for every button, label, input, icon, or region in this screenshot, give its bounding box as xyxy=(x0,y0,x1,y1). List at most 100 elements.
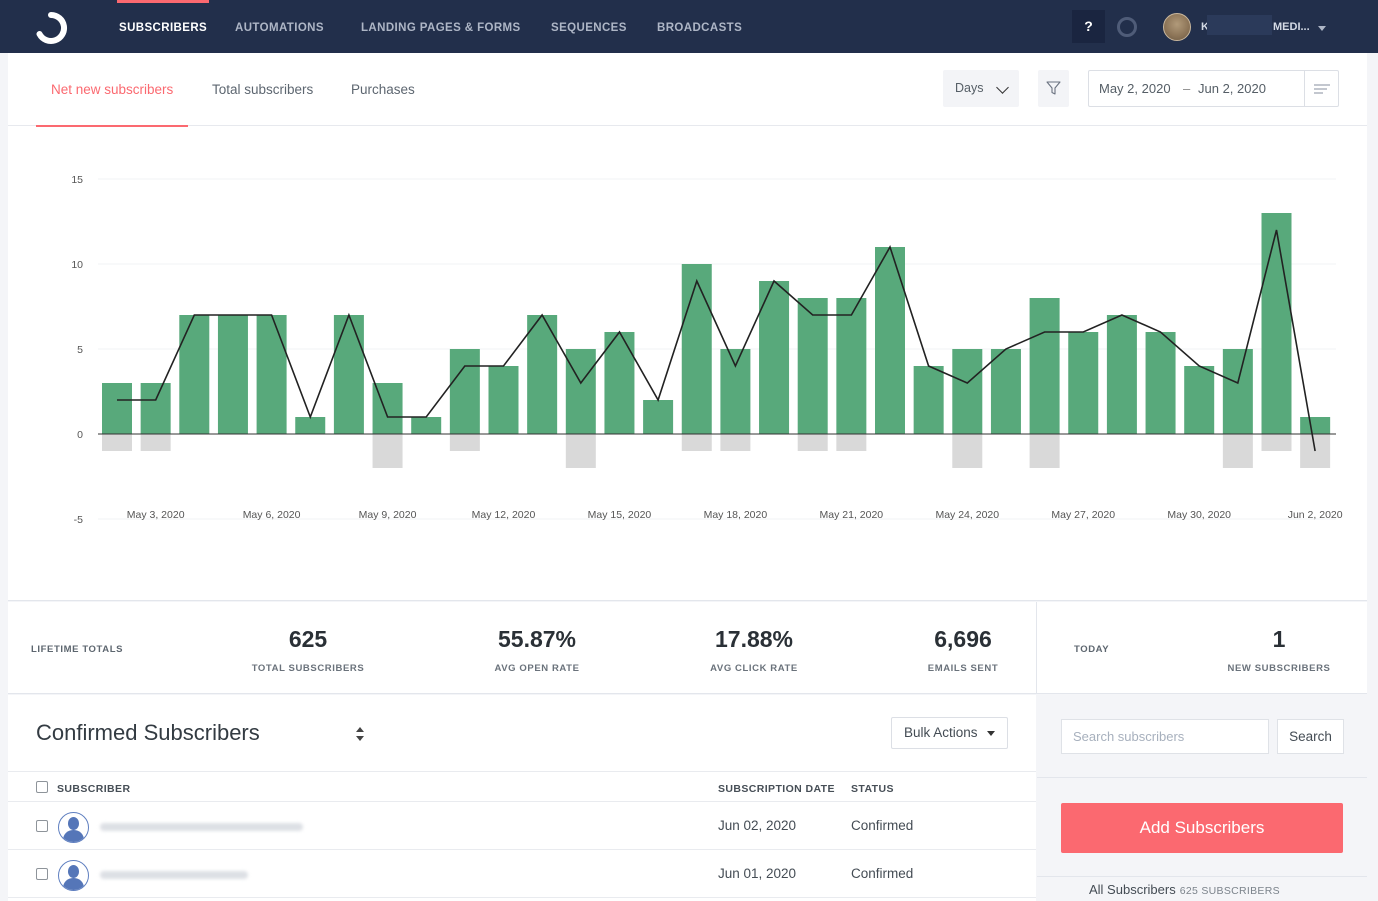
all-subscribers-link[interactable]: All Subscribers 625 SUBSCRIBERS xyxy=(1089,882,1280,897)
divider xyxy=(8,801,1036,802)
help-button[interactable]: ? xyxy=(1072,10,1105,43)
emails-sent-label: EMAILS SENT xyxy=(927,663,999,674)
unsubscribe-bar xyxy=(1029,434,1060,468)
unsubscribe-bar xyxy=(565,434,596,468)
x-tick-label: May 21, 2020 xyxy=(820,509,884,521)
subscribers-panel: Confirmed Subscribers Bulk Actions SUBSC… xyxy=(8,695,1036,901)
y-tick-label: -5 xyxy=(74,514,83,526)
unsubscribe-bar xyxy=(952,434,983,468)
subscribe-bar xyxy=(952,349,983,434)
account-avatar[interactable] xyxy=(1163,13,1191,41)
avg-open-rate-value: 55.87% xyxy=(497,626,576,652)
x-tick-label: May 18, 2020 xyxy=(704,509,768,521)
unsubscribe-bar xyxy=(836,434,867,451)
subscribe-bar xyxy=(604,332,635,434)
tab-total-subscribers[interactable]: Total subscribers xyxy=(212,53,313,126)
subscribe-bar xyxy=(488,366,519,434)
today-caption: TODAY xyxy=(1074,644,1110,655)
date-range-picker[interactable]: May 2, 2020 – Jun 2, 2020 xyxy=(1088,70,1339,107)
notification-ring-icon[interactable] xyxy=(1117,17,1137,37)
bulk-actions-label: Bulk Actions xyxy=(904,725,978,740)
column-subscription-date[interactable]: SUBSCRIPTION DATE xyxy=(718,783,835,795)
chevron-down-icon xyxy=(996,81,1009,94)
unsubscribe-bar xyxy=(797,434,828,451)
total-subscribers-value: 625 xyxy=(288,626,328,652)
subscriber-avatar xyxy=(58,860,89,891)
nav-automations[interactable]: AUTOMATIONS xyxy=(235,0,324,53)
subscribe-bar xyxy=(875,247,905,434)
subscribe-bar xyxy=(990,349,1021,434)
row-checkbox[interactable] xyxy=(36,868,48,880)
all-subscribers-label: All Subscribers xyxy=(1089,882,1176,897)
account-caret-icon[interactable] xyxy=(1318,26,1326,31)
emails-sent-value: 6,696 xyxy=(934,626,992,652)
divider xyxy=(8,771,1036,772)
subscriber-email-redacted[interactable] xyxy=(100,871,248,879)
net-new-subscribers-chart: -5 0 5 10 15 May 3, 2020 May 6, 2020 May 9, 202… xyxy=(71,174,1343,526)
subscribe-bar xyxy=(913,366,944,434)
subscribe-bar xyxy=(1222,349,1253,434)
x-tick-label: May 30, 2020 xyxy=(1167,509,1231,521)
select-all-checkbox[interactable] xyxy=(36,781,48,793)
x-tick-label: May 27, 2020 xyxy=(1051,509,1115,521)
stats-row: LIFETIME TOTALS 625 TOTAL SUBSCRIBERS 55… xyxy=(8,602,1367,694)
search-button[interactable]: Search xyxy=(1277,719,1344,754)
subscribers-title[interactable]: Confirmed Subscribers xyxy=(36,720,260,746)
unsubscribe-bar xyxy=(140,434,171,451)
bulk-actions-button[interactable]: Bulk Actions xyxy=(891,717,1008,749)
subscribe-bar xyxy=(720,349,751,434)
subscriber-status: Confirmed xyxy=(851,866,914,881)
logo-icon[interactable] xyxy=(34,11,68,45)
subscribe-bar xyxy=(256,315,287,434)
account-name-redacted xyxy=(1207,15,1272,35)
subscribers-sidebar: Search Add Subscribers All Subscribers62… xyxy=(1037,695,1367,901)
subscribe-bar xyxy=(1184,366,1215,434)
date-menu-button[interactable] xyxy=(1304,71,1338,106)
unsubscribe-bar xyxy=(681,434,712,451)
subscribe-bar xyxy=(1261,213,1292,434)
nav-landing-pages-forms[interactable]: LANDING PAGES & FORMS xyxy=(361,0,521,53)
row-checkbox[interactable] xyxy=(36,820,48,832)
y-tick-label: 5 xyxy=(77,344,83,356)
subscribe-bar xyxy=(102,383,132,434)
date-to[interactable]: Jun 2, 2020 xyxy=(1198,71,1266,106)
interval-select[interactable]: Days xyxy=(943,70,1019,107)
avg-click-rate-label: AVG CLICK RATE xyxy=(710,663,798,674)
subscriber-email-redacted[interactable] xyxy=(100,823,303,831)
unsubscribe-bar xyxy=(720,434,751,451)
chart-card: Net new subscribers Total subscribers Pu… xyxy=(8,53,1367,601)
interval-value: Days xyxy=(955,81,984,95)
subscribe-bar xyxy=(217,315,248,434)
y-tick-label: 10 xyxy=(71,259,83,271)
x-tick-label: Jun 2, 2020 xyxy=(1288,509,1343,521)
sort-icon[interactable] xyxy=(355,726,365,742)
subscribe-bar xyxy=(1068,332,1099,434)
add-subscribers-button[interactable]: Add Subscribers xyxy=(1061,803,1343,853)
divider xyxy=(1037,777,1367,778)
today-new-subscribers-label: NEW SUBSCRIBERS xyxy=(1227,663,1331,674)
date-from[interactable]: May 2, 2020 xyxy=(1099,71,1171,106)
unsubscribe-bar xyxy=(1222,434,1253,468)
nav-sequences[interactable]: SEQUENCES xyxy=(551,0,627,53)
top-nav: SUBSCRIBERS AUTOMATIONS LANDING PAGES & … xyxy=(0,0,1378,53)
x-tick-label: May 6, 2020 xyxy=(243,509,301,521)
divider xyxy=(8,897,1036,898)
search-subscribers-input[interactable] xyxy=(1061,719,1269,754)
column-subscriber[interactable]: SUBSCRIBER xyxy=(57,783,130,795)
tab-net-new-subscribers[interactable]: Net new subscribers xyxy=(35,53,189,127)
x-tick-label: May 24, 2020 xyxy=(935,509,999,521)
unsubscribe-bar xyxy=(1261,434,1292,451)
subscribe-bar xyxy=(1145,332,1176,434)
lifetime-totals-caption: LIFETIME TOTALS xyxy=(31,644,124,655)
date-separator: – xyxy=(1183,81,1191,96)
subscribe-bar xyxy=(449,349,480,434)
tab-purchases[interactable]: Purchases xyxy=(351,53,415,126)
subscribe-bar xyxy=(836,298,867,434)
filter-button[interactable] xyxy=(1038,70,1069,107)
x-tick-label: May 3, 2020 xyxy=(127,509,185,521)
nav-subscribers[interactable]: SUBSCRIBERS xyxy=(116,0,210,53)
nav-broadcasts[interactable]: BROADCASTS xyxy=(657,0,742,53)
subscribe-bar xyxy=(140,383,171,434)
account-name[interactable]: MEDI... xyxy=(1273,0,1310,55)
column-status[interactable]: STATUS xyxy=(851,783,894,795)
